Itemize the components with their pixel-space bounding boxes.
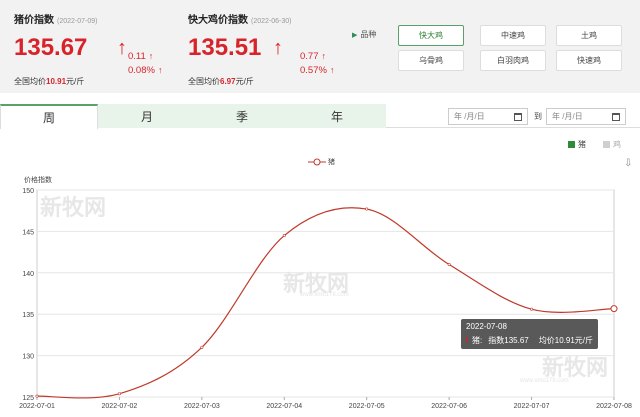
- y-tick-label: 130: [22, 354, 34, 361]
- data-point: [200, 345, 204, 349]
- x-tick-label: 2022-07-03: [184, 403, 220, 410]
- tooltip-date: 2022-07-08: [466, 322, 507, 331]
- x-tick-label: 2022-07-08: [596, 403, 632, 410]
- data-point: [530, 307, 534, 311]
- y-tick-label: 145: [22, 229, 34, 236]
- tooltip-index: 指数135.67: [488, 336, 529, 345]
- x-tick-label: 2022-07-01: [19, 403, 55, 410]
- x-tick-label: 2022-07-04: [266, 403, 302, 410]
- data-point: [282, 234, 286, 238]
- x-tick-label: 2022-07-02: [102, 403, 138, 410]
- data-point: [117, 392, 121, 396]
- data-point: [35, 394, 39, 398]
- y-tick-label: 150: [22, 188, 34, 195]
- x-tick-label: 2022-07-07: [514, 403, 550, 410]
- tooltip-series: 猪:: [472, 336, 483, 345]
- data-point: [447, 263, 451, 267]
- data-point: [610, 305, 618, 313]
- y-tick-label: 140: [22, 271, 34, 278]
- y-tick-label: 125: [22, 395, 34, 402]
- line-chart: 125 130 135 140 145 150 2022-07-01 2022-07-02 20…: [19, 188, 632, 410]
- y-tick-label: 135: [22, 312, 34, 319]
- x-tick-label: 2022-07-06: [431, 403, 467, 410]
- data-point: [365, 207, 369, 211]
- series-line-pig: [36, 207, 615, 399]
- chart-tooltip: 2022-07-08 猪: 指数135.67 均价10.91元/斤: [461, 319, 598, 349]
- x-tick-label: 2022-07-05: [349, 403, 385, 410]
- series-dot-icon: [466, 337, 469, 342]
- plot-frame: [36, 189, 615, 398]
- tooltip-price: 均价10.91元/斤: [538, 336, 593, 345]
